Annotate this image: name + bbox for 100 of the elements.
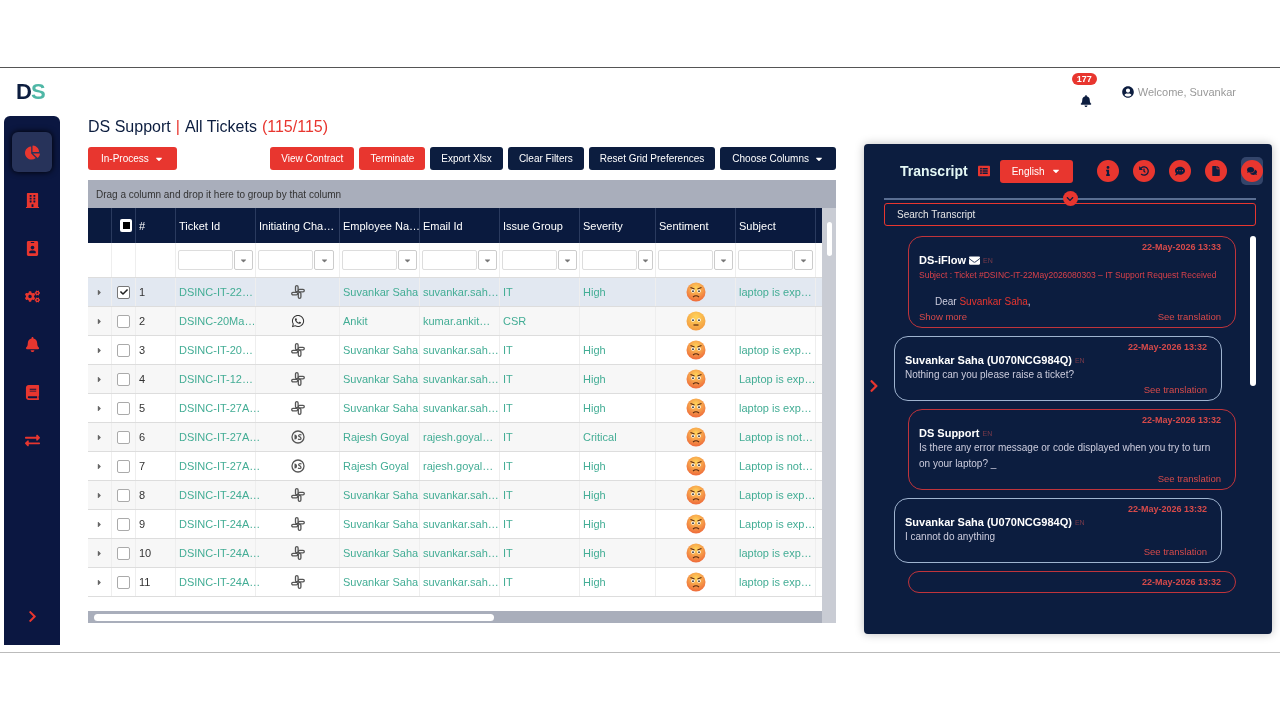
expand-row-icon[interactable] bbox=[95, 374, 104, 384]
expand-row-icon[interactable] bbox=[95, 432, 104, 442]
table-row[interactable]: 10 DSINC-IT-24A… Suvankar Saha suvankar.sah… IT High laptop is exp… bbox=[88, 539, 822, 568]
subject: Laptop is not… bbox=[739, 431, 813, 443]
list-icon[interactable] bbox=[977, 165, 990, 177]
welcome-text: Welcome, Suvankar bbox=[1137, 86, 1236, 98]
search-field[interactable]: Search Transcript bbox=[884, 203, 1256, 226]
issue-group: IT bbox=[503, 576, 513, 588]
expand-row-icon[interactable] bbox=[95, 461, 104, 471]
message-time: 22-May-2026 13:32 bbox=[1141, 577, 1221, 587]
horizontal-scrollbar[interactable] bbox=[88, 611, 822, 623]
column-header[interactable]: # bbox=[139, 219, 146, 232]
panel-title: Transcript bbox=[900, 163, 968, 179]
hash-logo-icon bbox=[290, 401, 305, 415]
expand-row-icon[interactable] bbox=[95, 490, 104, 500]
row-checkbox[interactable] bbox=[117, 285, 130, 299]
table-row[interactable]: 4 DSINC-IT-12… Suvankar Saha suvankar.sah… IT High Laptop is exp… bbox=[88, 365, 822, 394]
toolbar-button[interactable]: Terminate bbox=[359, 147, 426, 170]
subject: Laptop is exp… bbox=[739, 373, 816, 385]
row-checkbox[interactable] bbox=[117, 488, 130, 502]
row-checkbox[interactable] bbox=[117, 575, 130, 589]
row-number: 7 bbox=[139, 460, 146, 472]
row-checkbox[interactable] bbox=[117, 459, 130, 473]
choose-columns-dropdown[interactable]: Choose Columns bbox=[720, 147, 836, 170]
column-header[interactable]: Sentiment bbox=[659, 219, 709, 232]
filter-field[interactable] bbox=[658, 250, 713, 270]
filter-field[interactable] bbox=[178, 250, 233, 270]
column-header[interactable]: Initiating Cha… bbox=[259, 219, 335, 232]
sender-name: Suvankar Saha (U070NCG984Q) bbox=[905, 354, 1072, 366]
subject: Laptop is not… bbox=[739, 460, 813, 472]
expand-row-icon[interactable] bbox=[95, 403, 104, 413]
filter-field[interactable] bbox=[258, 250, 313, 270]
user-icon[interactable] bbox=[1121, 86, 1134, 98]
filter-field[interactable] bbox=[738, 250, 793, 270]
row-checkbox[interactable] bbox=[117, 546, 130, 560]
vertical-scrollbar[interactable] bbox=[1250, 236, 1256, 386]
see-translation-link[interactable]: See translation bbox=[1157, 311, 1221, 322]
filter-field[interactable] bbox=[422, 250, 477, 270]
expand-row-icon[interactable] bbox=[95, 519, 104, 529]
angry-face-icon bbox=[685, 398, 706, 418]
see-translation-link[interactable]: See translation bbox=[1143, 384, 1207, 395]
column-header[interactable]: Issue Group bbox=[503, 219, 563, 232]
row-checkbox[interactable] bbox=[117, 343, 130, 357]
ticket-id: DSINC-IT-24A… bbox=[179, 576, 261, 588]
table-row[interactable]: 11 DSINC-IT-24A… Suvankar Saha suvankar.sah… IT High laptop is exp… bbox=[88, 568, 822, 597]
expand-row-icon[interactable] bbox=[95, 577, 104, 587]
bell-icon[interactable] bbox=[1079, 95, 1092, 107]
employee-name: Ankit bbox=[343, 315, 368, 327]
show-more-link[interactable]: Show more bbox=[919, 311, 968, 322]
toolbar-button[interactable]: Clear Filters bbox=[507, 147, 584, 170]
table-row[interactable]: 5 DSINC-IT-27A… Suvankar Saha suvankar.sah… IT High laptop is exp… bbox=[88, 394, 822, 423]
message-subject: Subject : Ticket #DSINC-IT-22May2026080303 – IT Support Request Received bbox=[919, 270, 1218, 280]
angry-face-icon bbox=[685, 340, 706, 360]
table-row[interactable]: 8 DSINC-IT-24A… Suvankar Saha suvankar.sah… IT High Laptop is exp… bbox=[88, 481, 822, 510]
row-checkbox[interactable] bbox=[117, 401, 130, 415]
toolbar-button[interactable]: Reset Grid Preferences bbox=[588, 147, 716, 170]
table-row[interactable]: 1 DSINC-IT-22… Suvankar Saha suvankar.sah… IT High laptop is exp… bbox=[88, 278, 822, 307]
column-header[interactable]: Severity bbox=[583, 219, 623, 232]
email-address: suvankar.sah… bbox=[423, 344, 499, 356]
table-row[interactable]: 7 DSINC-IT-27A… Rajesh Goyal rajesh.goyal… IT High Laptop is not… bbox=[88, 452, 822, 481]
angry-face-icon bbox=[685, 282, 706, 302]
message-time: 22-May-2026 13:32 bbox=[1127, 342, 1207, 352]
exchange-arrows-icon bbox=[24, 432, 40, 448]
select-all-checkbox[interactable] bbox=[120, 219, 132, 232]
row-checkbox[interactable] bbox=[117, 372, 130, 386]
table-row[interactable]: 6 DSINC-IT-27A… Rajesh Goyal rajesh.goyal… IT Critical Laptop is not… bbox=[88, 423, 822, 452]
issue-group: IT bbox=[503, 518, 513, 530]
row-checkbox[interactable] bbox=[117, 430, 130, 444]
filter-field[interactable] bbox=[582, 250, 637, 270]
status-dropdown[interactable]: In-Process bbox=[88, 147, 177, 170]
filter-field[interactable] bbox=[342, 250, 397, 270]
severity: High bbox=[583, 547, 606, 559]
table-row[interactable]: 2 DSINC-20Ma… Ankit kumar.ankit… CSR bbox=[88, 307, 822, 336]
whatsapp-icon bbox=[290, 314, 305, 328]
severity: High bbox=[583, 286, 606, 298]
toolbar-button[interactable]: View Contract bbox=[270, 147, 355, 170]
sidebar-item[interactable] bbox=[12, 132, 52, 172]
column-header[interactable]: Employee Na… bbox=[343, 219, 421, 232]
row-checkbox[interactable] bbox=[117, 517, 130, 531]
row-checkbox[interactable] bbox=[117, 314, 130, 328]
ticket-id: DSINC-IT-24A… bbox=[179, 547, 261, 559]
see-translation-link[interactable]: See translation bbox=[1157, 473, 1221, 484]
language-dropdown[interactable]: English bbox=[999, 159, 1073, 183]
notification-count: 177 bbox=[1071, 73, 1097, 85]
expand-row-icon[interactable] bbox=[95, 345, 104, 355]
vertical-scrollbar[interactable] bbox=[822, 208, 836, 623]
see-translation-link[interactable]: See translation bbox=[1143, 546, 1207, 557]
expand-row-icon[interactable] bbox=[95, 548, 104, 558]
filter-field[interactable] bbox=[502, 250, 557, 270]
ticket-id: DSINC-IT-27A… bbox=[179, 460, 261, 472]
table-row[interactable]: 3 DSINC-IT-20… Suvankar Saha suvankar.sah… IT High laptop is exp… bbox=[88, 336, 822, 365]
issue-group: IT bbox=[503, 344, 513, 356]
column-header[interactable]: Subject bbox=[739, 219, 776, 232]
expand-row-icon[interactable] bbox=[95, 316, 104, 326]
table-row[interactable]: 9 DSINC-IT-24A… Suvankar Saha suvankar.sah… IT High Laptop is exp… bbox=[88, 510, 822, 539]
expand-row-icon[interactable] bbox=[95, 287, 104, 297]
column-header[interactable]: Email Id bbox=[423, 219, 463, 232]
ticket-id: DSINC-IT-27A… bbox=[179, 402, 261, 414]
column-header[interactable]: Ticket Id bbox=[179, 219, 221, 232]
toolbar-button[interactable]: Export Xlsx bbox=[430, 147, 503, 170]
